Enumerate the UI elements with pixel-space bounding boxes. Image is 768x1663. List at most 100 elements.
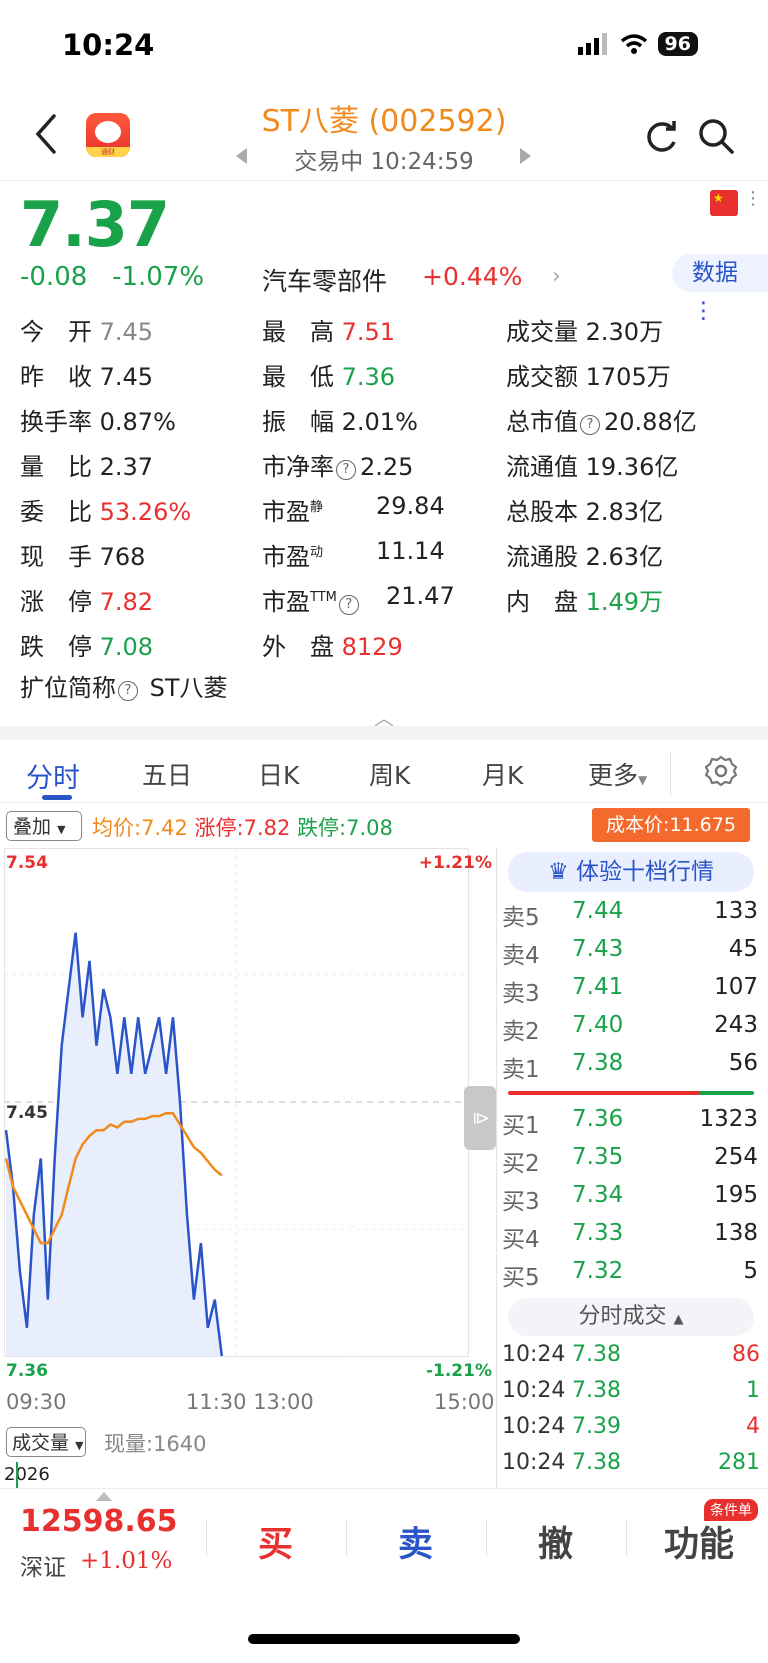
stat-label: 外 盘: [262, 633, 334, 661]
stat-sup: 动: [310, 545, 324, 560]
stat-label: 总股本: [506, 498, 578, 526]
y-pct-bottom: -1.21%: [426, 1361, 492, 1381]
home-indicator[interactable]: [248, 1634, 520, 1644]
search-icon[interactable]: [696, 116, 736, 156]
level-name: 卖5: [502, 905, 540, 931]
stat-label: 振 幅: [262, 408, 334, 436]
index-change[interactable]: +1.01%: [80, 1548, 172, 1574]
level-vol: 195: [714, 1182, 758, 1208]
level-vol: 133: [714, 898, 758, 924]
volume-label: 成交量: [12, 1432, 70, 1454]
chevron-right-icon[interactable]: ›: [552, 264, 561, 289]
buy-level[interactable]: 买3 7.34 195: [502, 1182, 758, 1218]
data-button-label: 数据: [692, 260, 738, 286]
stat-value: 0.87%: [99, 408, 176, 436]
level-vol: 138: [714, 1220, 758, 1246]
level-price: 7.38: [572, 1050, 624, 1076]
tab-daily-k[interactable]: 日K: [258, 756, 299, 792]
stat-total-shares: 总股本 2.83亿: [506, 492, 663, 527]
tab-monthly-k[interactable]: 月K: [482, 756, 523, 792]
stat-label: 委 比: [20, 498, 92, 526]
stat-ext-name[interactable]: 扩位简称? ST八菱: [20, 668, 228, 703]
stat-value: 2.01%: [341, 408, 418, 436]
stat-value: 53.26%: [99, 498, 192, 526]
conditional-order-badge[interactable]: 条件单: [704, 1499, 758, 1521]
caret-up-icon[interactable]: [96, 1492, 112, 1501]
gear-icon[interactable]: [704, 754, 738, 788]
next-stock-icon[interactable]: [520, 148, 531, 164]
level-name: 买2: [502, 1151, 540, 1177]
divider: [0, 802, 768, 803]
stat-pe-ttm: 市盈TTM?: [262, 582, 363, 617]
stat-label: 扩位简称: [20, 674, 116, 702]
stat-turnover: 换手率 0.87%: [20, 402, 176, 437]
divider: [0, 180, 768, 181]
price-change: -0.08 -1.07%: [20, 262, 204, 292]
cancel-order-button[interactable]: 撤: [538, 1516, 573, 1567]
x-tick: 15:00: [434, 1390, 495, 1414]
stat-prev-close: 昨 收 7.45: [20, 357, 153, 392]
question-icon[interactable]: ?: [338, 595, 359, 615]
stat-label: 跌 停: [20, 633, 92, 661]
sell-button[interactable]: 卖: [398, 1516, 433, 1567]
sell-level[interactable]: 卖4 7.43 45: [502, 936, 758, 972]
buy-level[interactable]: 买4 7.33 138: [502, 1220, 758, 1256]
y-pct-top: +1.21%: [419, 853, 492, 873]
level-price: 7.40: [572, 1012, 624, 1038]
stat-label: 市盈: [262, 543, 310, 571]
level-name: 买4: [502, 1227, 540, 1253]
status-icons: 96: [577, 32, 698, 56]
level-price: 7.44: [572, 898, 624, 924]
sell-level[interactable]: 卖3 7.41 107: [502, 974, 758, 1010]
overlay-dropdown[interactable]: 叠加 ▼: [6, 811, 82, 841]
intraday-chart[interactable]: 7.54 7.45 7.36 +1.21% -1.21% ⧐: [4, 848, 496, 1388]
change-pct: -1.07%: [112, 262, 205, 292]
sector-change[interactable]: +0.44%: [422, 262, 522, 291]
stat-value: 2.83亿: [585, 498, 664, 526]
sector-name[interactable]: 汽车零部件: [262, 262, 387, 298]
buy-button[interactable]: 买: [258, 1516, 293, 1567]
stat-label: 量 比: [20, 453, 92, 481]
stat-label: 总市值: [506, 408, 578, 436]
tab-weekly-k[interactable]: 周K: [369, 756, 410, 792]
stat-value: 8129: [341, 633, 403, 661]
tick-row: 10:24 7.38 281: [502, 1450, 760, 1484]
china-flag-icon[interactable]: ★: [710, 190, 738, 216]
ten-level-label: 体验十档行情: [575, 859, 714, 885]
tick-vol: 4: [746, 1414, 760, 1439]
tab-five-day[interactable]: 五日: [142, 756, 192, 792]
index-name[interactable]: 深证: [20, 1548, 66, 1582]
question-icon[interactable]: ?: [336, 460, 356, 480]
index-value[interactable]: 12598.65: [20, 1504, 178, 1539]
tick-price: 7.39: [572, 1414, 621, 1439]
level-name: 卖2: [502, 1019, 540, 1045]
function-button[interactable]: 功能: [664, 1516, 734, 1567]
buy-level[interactable]: 买1 7.36 1323: [502, 1106, 758, 1142]
buy-level[interactable]: 买2 7.35 254: [502, 1144, 758, 1180]
ten-level-button[interactable]: ♛ 体验十档行情: [508, 852, 754, 892]
sell-level[interactable]: 卖1 7.38 56: [502, 1050, 758, 1086]
question-icon[interactable]: ?: [118, 681, 138, 701]
sell-level[interactable]: 卖5 7.44 133: [502, 898, 758, 934]
buy-level[interactable]: 买5 7.32 5: [502, 1258, 758, 1294]
question-icon[interactable]: ?: [580, 415, 600, 435]
refresh-icon[interactable]: [642, 118, 680, 156]
level-name: 卖3: [502, 981, 540, 1007]
stat-label: 成交额: [506, 363, 578, 391]
tab-more[interactable]: 更多▼: [588, 756, 647, 792]
stat-sup: 静: [310, 500, 324, 515]
tab-intraday[interactable]: 分时: [26, 756, 80, 795]
data-button[interactable]: 数据 ⋮: [672, 254, 768, 324]
level-vol: 45: [728, 936, 758, 962]
more-dots-icon: ⋮: [692, 298, 715, 324]
stat-value: 7.45: [99, 318, 154, 346]
cost-price-badge[interactable]: 成本价:11.675: [592, 808, 750, 842]
stat-low: 最 低 7.36: [262, 357, 395, 392]
tick-trades-toggle[interactable]: 分时成交 ▲: [508, 1298, 754, 1336]
stat-value: 2.63亿: [585, 543, 664, 571]
divider: [346, 1520, 347, 1556]
sell-level[interactable]: 卖2 7.40 243: [502, 1012, 758, 1048]
volume-dropdown[interactable]: 成交量 ▼: [6, 1427, 86, 1457]
more-dots-icon[interactable]: ⋮: [744, 188, 762, 209]
stat-inner: 内 盘 1.49万: [506, 582, 663, 617]
